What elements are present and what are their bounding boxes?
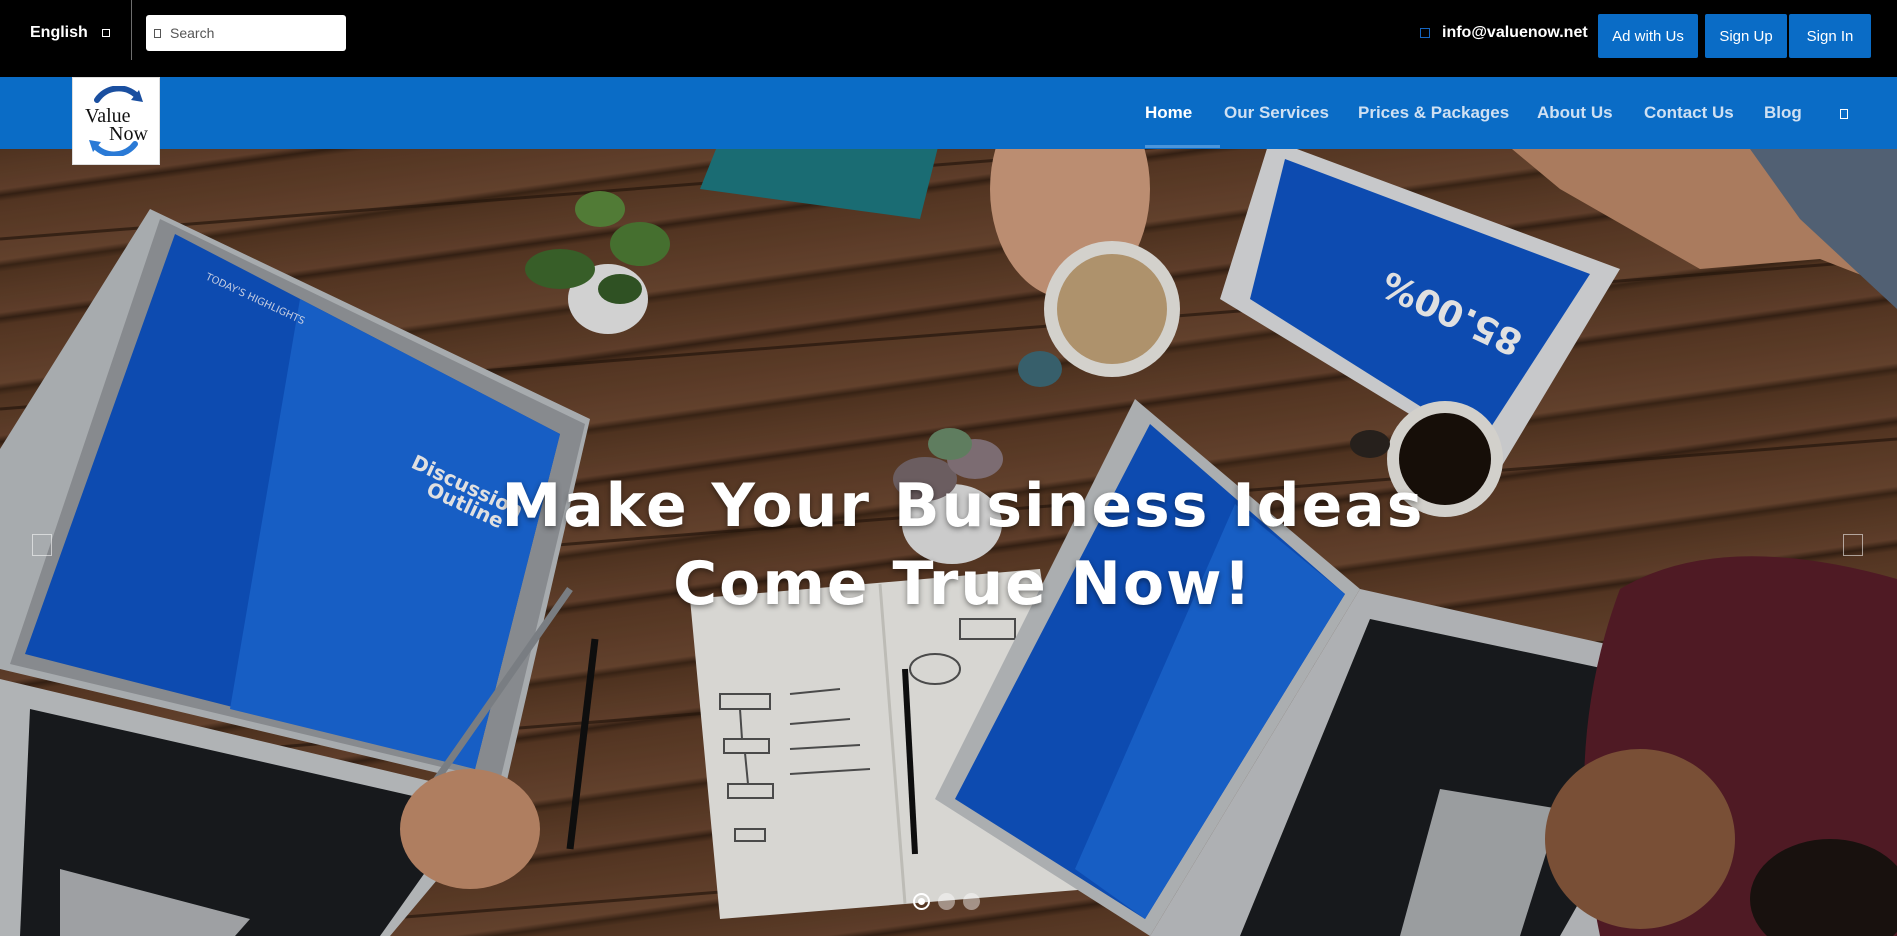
site-logo[interactable]: Value Now	[72, 77, 160, 165]
svg-text:Now: Now	[109, 123, 148, 145]
search-input[interactable]	[170, 25, 330, 41]
main-navigation: Home Our Services Prices & Packages Abou…	[0, 77, 1897, 149]
nav-prices-packages[interactable]: Prices & Packages	[1358, 77, 1509, 149]
sign-in-button[interactable]: Sign In	[1789, 14, 1871, 58]
menu-icon[interactable]	[1840, 109, 1848, 119]
sign-up-button[interactable]: Sign Up	[1705, 14, 1787, 58]
email-link[interactable]: info@valuenow.net	[1442, 24, 1588, 42]
language-label: English	[30, 24, 88, 41]
slider-pagination	[913, 893, 980, 910]
nav-contact-us[interactable]: Contact Us	[1644, 77, 1734, 149]
contact-email[interactable]: info@valuenow.net	[1420, 24, 1588, 42]
value-now-logo-icon: Value Now	[85, 86, 148, 156]
active-nav-indicator	[1145, 145, 1220, 148]
divider	[131, 0, 132, 60]
search-box[interactable]	[146, 15, 346, 51]
slider-next-arrow[interactable]	[1843, 534, 1863, 556]
slider-prev-arrow[interactable]	[32, 534, 52, 556]
nav-about-us[interactable]: About Us	[1537, 77, 1613, 149]
hero-slider: Discussion Outline TODAY'S HIGHLIGHTS 85…	[0, 149, 1897, 936]
nav-our-services[interactable]: Our Services	[1224, 77, 1329, 149]
language-selector[interactable]: English	[30, 22, 110, 44]
hero-headline-line2: Come True Now!	[673, 549, 1253, 619]
top-bar: English info@valuenow.net Ad with Us Sig…	[0, 0, 1897, 77]
nav-home[interactable]: Home	[1145, 77, 1192, 149]
search-icon	[154, 28, 161, 38]
slide-dot-1[interactable]	[913, 893, 930, 910]
nav-blog[interactable]: Blog	[1764, 77, 1802, 149]
slide-dot-2[interactable]	[938, 893, 955, 910]
slide-dot-3[interactable]	[963, 893, 980, 910]
hero-headline-line1: Make Your Business Ideas	[501, 471, 1425, 541]
chevron-down-icon	[101, 29, 110, 37]
hero-headline: Make Your Business Ideas Come True Now!	[448, 467, 1478, 623]
mail-icon	[1420, 28, 1430, 38]
ad-with-us-button[interactable]: Ad with Us	[1598, 14, 1698, 58]
